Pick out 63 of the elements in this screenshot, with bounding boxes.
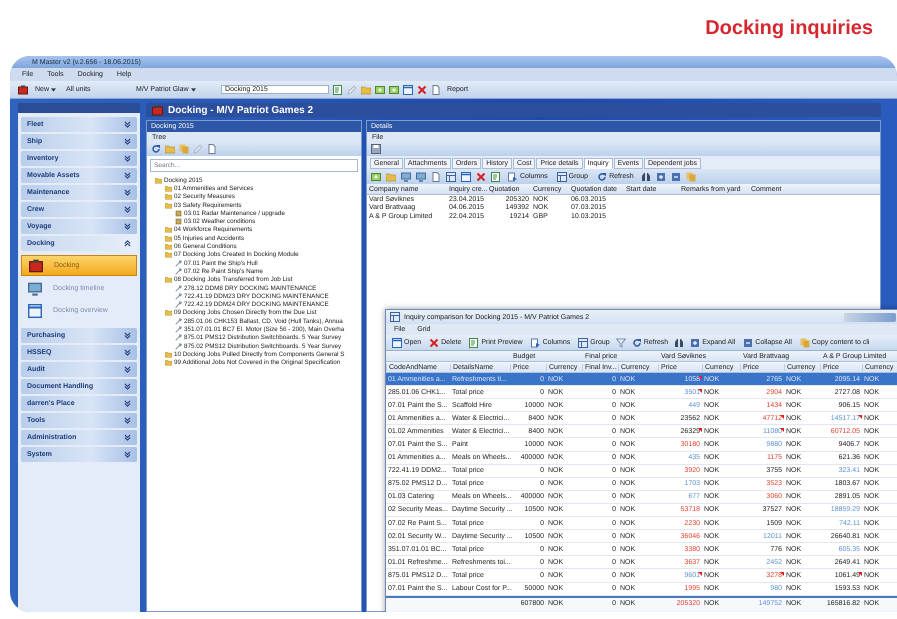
expand-icon [124, 349, 131, 356]
expand-icon [124, 383, 131, 390]
expand-icon[interactable] [656, 172, 666, 182]
expand-icon [124, 434, 131, 441]
delete-icon [429, 338, 440, 348]
caret-icon [190, 88, 196, 92]
expand-icon [124, 121, 131, 128]
module-title: Docking - M/V Patriot Games 2 [168, 104, 314, 116]
collapse-icon[interactable] [670, 172, 681, 182]
preview-icon [469, 338, 480, 348]
expand-icon [124, 172, 131, 179]
expand-icon [124, 223, 131, 230]
refresh-icon [597, 172, 608, 182]
add-icon[interactable] [375, 84, 386, 94]
expand-icon [124, 155, 131, 162]
expand-icon [124, 417, 131, 424]
window-controls[interactable] [844, 312, 896, 322]
document-icon[interactable] [431, 84, 442, 94]
delete-icon[interactable] [476, 172, 486, 182]
grid-icon [556, 172, 567, 182]
expand-icon [124, 451, 131, 458]
window-icon [392, 338, 402, 348]
add-icon[interactable] [389, 84, 400, 94]
filter-icon[interactable] [616, 338, 626, 348]
monitor-icon[interactable] [416, 172, 426, 182]
binoculars-icon[interactable] [640, 172, 651, 182]
caret-icon [51, 88, 56, 92]
page-heading: Docking inquiries [705, 16, 873, 40]
monitor-icon [27, 282, 43, 296]
preview-icon[interactable] [491, 172, 501, 182]
columns-icon [508, 172, 518, 182]
expand-icon [124, 366, 131, 373]
expand-icon [124, 400, 131, 407]
add-icon[interactable] [371, 172, 381, 182]
expand-icon [690, 338, 700, 348]
delete-icon[interactable] [417, 84, 428, 94]
expand-icon [124, 138, 131, 145]
collapse-icon [124, 240, 131, 247]
columns-icon [530, 338, 541, 348]
grid-icon [390, 312, 400, 322]
refresh-icon[interactable] [151, 144, 161, 154]
save-icon[interactable] [371, 144, 381, 154]
copy-icon [800, 338, 810, 348]
grid-icon[interactable] [446, 172, 456, 182]
collapse-icon [743, 338, 754, 348]
monitor-icon[interactable] [401, 172, 411, 182]
preview-icon[interactable] [333, 84, 344, 94]
document-icon[interactable] [431, 172, 441, 182]
expand-icon [124, 189, 131, 196]
expand-icon [124, 206, 131, 213]
window-icon[interactable] [403, 84, 414, 94]
document-icon[interactable] [207, 144, 217, 154]
window-icon [27, 304, 43, 318]
folder-icon [165, 309, 172, 316]
binoculars-icon[interactable] [674, 338, 684, 348]
module-icon [152, 104, 163, 116]
folder-icon [165, 276, 172, 284]
window-icon[interactable] [461, 172, 471, 182]
grid-icon [578, 338, 588, 348]
expand-icon [124, 332, 131, 339]
module-icon[interactable] [18, 84, 28, 94]
module-icon [28, 258, 44, 272]
refresh-icon [632, 338, 642, 348]
